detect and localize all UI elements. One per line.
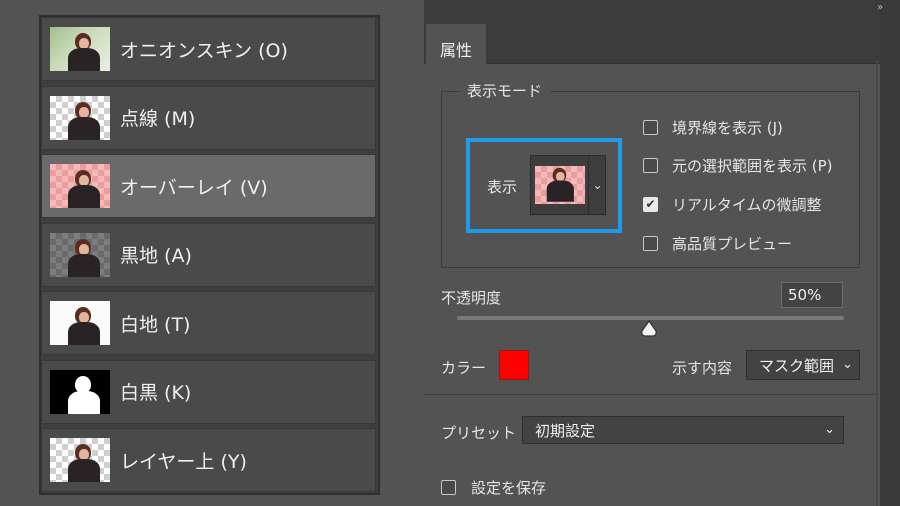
preset-dropdown-value: 初期設定	[535, 421, 596, 440]
view-option-row[interactable]: ✔ リアルタイムの微調整	[643, 194, 822, 214]
view-option-checkbox[interactable]	[643, 235, 658, 251]
view-option-row[interactable]: 高品質プレビュー	[643, 233, 792, 253]
portrait-image	[66, 100, 102, 140]
tab-properties[interactable]: 属性	[426, 24, 486, 74]
view-mode-thumbnail	[50, 369, 110, 414]
preset-dropdown[interactable]: 初期設定 ⌄	[522, 416, 844, 444]
view-mode-item[interactable]: 白黒 (K)	[41, 359, 376, 424]
save-settings-row[interactable]: 設定を保存	[441, 477, 546, 497]
view-option-label: 高品質プレビュー	[672, 234, 793, 253]
view-mode-label: 黒地 (A)	[120, 245, 192, 267]
view-mode-thumbnail	[50, 301, 110, 345]
portrait-image	[66, 442, 102, 482]
display-mode-thumbnail[interactable]	[535, 166, 585, 204]
view-mode-thumbnail	[50, 164, 110, 208]
portrait-image	[66, 31, 102, 71]
scrollbar-track[interactable]	[876, 60, 878, 506]
chevron-down-icon: ⌄	[842, 357, 853, 372]
show-dropdown-value: マスク範囲	[759, 356, 835, 375]
portrait-image	[545, 166, 576, 202]
view-mode-item[interactable]: 黒地 (A)	[41, 222, 376, 287]
portrait-image	[66, 374, 102, 414]
view-mode-item[interactable]: オーバーレイ (V)	[41, 154, 376, 218]
chevron-down-icon: ⌄	[824, 422, 835, 437]
preset-label: プリセット	[441, 424, 517, 442]
portrait-image	[66, 305, 102, 345]
chevron-down-icon[interactable]: ⌄	[588, 155, 606, 215]
opacity-slider-handle[interactable]	[640, 320, 658, 338]
portrait-image	[66, 168, 102, 208]
view-mode-legend: 表示モード	[459, 80, 551, 101]
view-mode-thumbnail	[50, 27, 110, 71]
color-label: カラー	[441, 359, 487, 377]
view-mode-label: オニオンスキン (O)	[120, 39, 288, 62]
opacity-label: 不透明度	[441, 289, 502, 307]
panel-scroll-edge	[880, 0, 900, 506]
view-mode-label: 白黒 (K)	[120, 382, 192, 404]
view-option-label: 元の選択範囲を表示 (P)	[672, 156, 833, 175]
show-label: 示す内容	[672, 359, 733, 377]
view-mode-label: 白地 (T)	[120, 313, 191, 336]
view-mode-item[interactable]: 白地 (T)	[41, 291, 376, 355]
view-option-checkbox[interactable]	[643, 119, 658, 135]
view-mode-item[interactable]: 点線 (M)	[41, 85, 376, 150]
tab-strip: 属性	[424, 10, 880, 74]
divider	[424, 394, 876, 395]
view-mode-item[interactable]: オニオンスキン (O)	[41, 17, 376, 81]
display-label: 表示	[487, 178, 518, 196]
save-settings-checkbox[interactable]	[441, 479, 456, 495]
opacity-input[interactable]: 50%	[781, 282, 843, 308]
view-option-row[interactable]: 境界線を表示 (J)	[643, 117, 783, 137]
collapse-icon[interactable]: »	[877, 2, 883, 13]
view-mode-label: 点線 (M)	[120, 108, 196, 130]
save-settings-label: 設定を保存	[471, 478, 547, 497]
view-option-checkbox[interactable]	[643, 157, 658, 173]
view-mode-thumbnail	[50, 95, 110, 140]
view-option-label: 境界線を表示 (J)	[672, 118, 783, 137]
view-mode-label: レイヤー上 (Y)	[120, 450, 247, 473]
view-mode-item[interactable]: レイヤー上 (Y)	[41, 428, 376, 492]
view-mode-label: オーバーレイ (V)	[120, 176, 268, 199]
show-dropdown[interactable]: マスク範囲 ⌄	[746, 350, 860, 380]
view-mode-thumbnail	[50, 232, 110, 277]
portrait-image	[66, 237, 102, 277]
view-option-row[interactable]: 元の選択範囲を表示 (P)	[643, 155, 833, 175]
view-option-label: リアルタイムの微調整	[672, 195, 822, 214]
color-swatch[interactable]	[499, 350, 529, 380]
panel-top-bar	[424, 0, 880, 10]
view-option-checkbox[interactable]: ✔	[643, 196, 658, 212]
view-mode-thumbnail	[50, 438, 110, 482]
